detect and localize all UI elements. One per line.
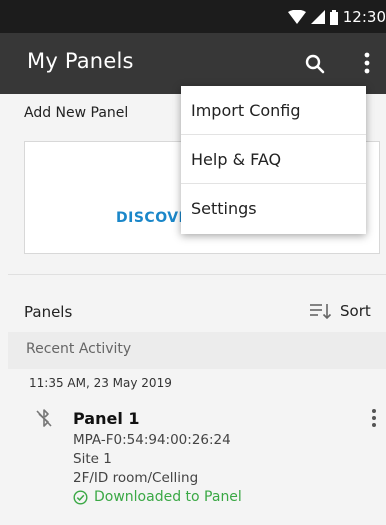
app-bar: My Panels — [0, 33, 386, 94]
panel-location: 2F/ID room/Celling — [73, 470, 199, 486]
menu-item-import-config[interactable]: Import Config — [181, 86, 366, 135]
check-circle-icon — [73, 489, 88, 505]
panels-title: Panels — [24, 303, 73, 321]
sort-icon — [310, 304, 332, 319]
panel-status-label: Downloaded to Panel — [94, 489, 242, 505]
more-vert-icon[interactable] — [355, 50, 379, 76]
activity-timestamp: 11:35 AM, 23 May 2019 — [29, 376, 172, 390]
menu-item-help-faq[interactable]: Help & FAQ — [181, 135, 366, 184]
bluetooth-disabled-icon — [36, 409, 52, 427]
search-icon[interactable] — [303, 52, 327, 76]
sort-button[interactable]: Sort — [310, 300, 371, 322]
wifi-icon — [287, 10, 306, 24]
battery-icon — [329, 9, 338, 25]
divider — [8, 274, 386, 275]
status-icons: 12:30 — [287, 8, 386, 26]
panel-name: Panel 1 — [73, 409, 140, 428]
clock: 12:30 — [342, 8, 386, 26]
panel-status: Downloaded to Panel — [73, 489, 242, 505]
panel-id: MPA-F0:54:94:00:26:24 — [73, 432, 231, 448]
item-more-icon[interactable] — [366, 407, 382, 429]
menu-item-settings[interactable]: Settings — [181, 184, 366, 233]
signal-icon — [310, 10, 325, 24]
page-title: My Panels — [27, 49, 134, 73]
sort-label: Sort — [340, 302, 371, 320]
panel-site: Site 1 — [73, 451, 112, 467]
add-panel-title: Add New Panel — [24, 105, 129, 121]
recent-activity-header: Recent Activity — [8, 332, 386, 369]
status-bar: 12:30 — [0, 0, 386, 33]
overflow-menu: Import Config Help & FAQ Settings — [181, 86, 366, 234]
panel-list-item[interactable]: Panel 1 MPA-F0:54:94:00:26:24 Site 1 2F/… — [0, 401, 386, 519]
recent-activity-label: Recent Activity — [26, 341, 132, 357]
